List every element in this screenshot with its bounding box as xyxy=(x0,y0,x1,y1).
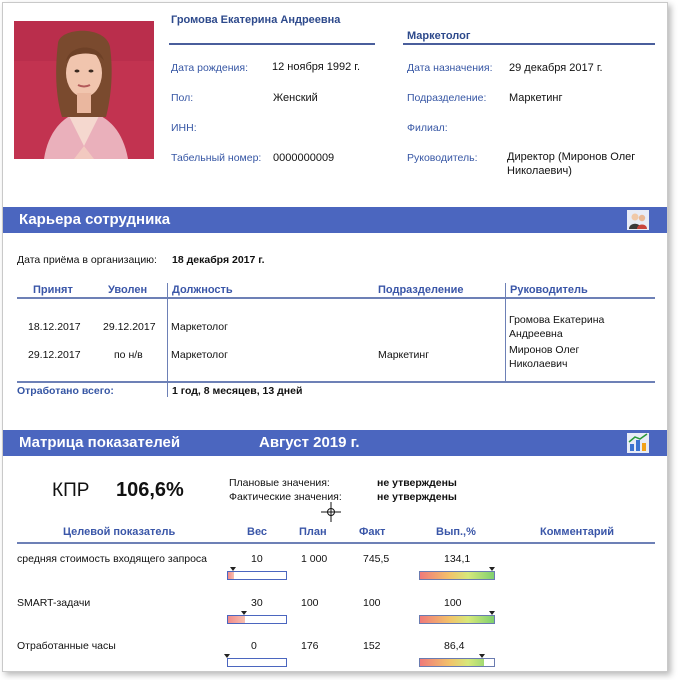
employee-card: Громова Екатерина Андреевна Маркетолог Д… xyxy=(2,2,668,672)
gender-value: Женский xyxy=(273,92,318,104)
weight-marker xyxy=(241,611,248,615)
performance-bar xyxy=(419,571,495,580)
matrix-header-line xyxy=(17,542,655,544)
total-worked-value: 1 год, 8 месяцев, 13 дней xyxy=(172,385,303,397)
career-divider-left xyxy=(167,283,168,397)
career-header-dept: Подразделение xyxy=(378,284,464,296)
matrix-header-comment: Комментарий xyxy=(540,526,615,538)
career-section-header: Карьера сотрудника xyxy=(3,207,667,233)
matrix-period: Август 2019 г. xyxy=(259,434,360,451)
indicator-fact: 745,5 xyxy=(363,553,390,565)
tab-number-label: Табельный номер: xyxy=(171,152,262,164)
branch-label: Филиал: xyxy=(407,122,448,134)
employee-photo xyxy=(14,21,154,159)
row-fired: по н/в xyxy=(114,349,143,361)
matrix-header-weight: Вес xyxy=(247,526,268,538)
career-total-line xyxy=(17,381,655,383)
position-underline xyxy=(403,43,655,45)
tab-number-value: 0000000009 xyxy=(273,152,335,164)
indicator-fact: 100 xyxy=(363,597,381,609)
department-label: Подразделение: xyxy=(407,92,487,104)
indicator-perf: 134,1 xyxy=(444,553,471,565)
row-position: Маркетолог xyxy=(171,349,228,361)
fact-values-status: не утверждены xyxy=(377,491,457,503)
row-manager: Громова Екатерина Андреевна xyxy=(509,314,605,340)
employee-name: Громова Екатерина Андреевна xyxy=(171,14,341,26)
weight-bar xyxy=(227,571,287,580)
chart-icon[interactable] xyxy=(627,433,649,453)
career-header-line xyxy=(17,297,655,299)
indicator-weight: 0 xyxy=(251,640,257,652)
birth-date-value: 12 ноября 1992 г. xyxy=(272,61,360,73)
name-underline xyxy=(169,43,375,45)
row-hired: 18.12.2017 xyxy=(28,321,81,333)
weight-bar xyxy=(227,615,287,624)
performance-bar xyxy=(419,615,495,624)
row-manager: Миронов Олег Николаевич xyxy=(509,344,580,370)
matrix-header-indicator: Целевой показатель xyxy=(63,526,176,538)
department-value: Маркетинг xyxy=(509,92,563,104)
row-position: Маркетолог xyxy=(171,321,228,333)
inn-label: ИНН: xyxy=(171,122,197,134)
weight-marker xyxy=(229,567,236,571)
performance-marker xyxy=(489,611,495,615)
matrix-header-perf: Вып.,% xyxy=(436,526,476,538)
indicator-perf: 86,4 xyxy=(444,640,465,652)
kpr-label: КПР xyxy=(52,480,90,501)
hire-date-label: Дата приёма в организацию: xyxy=(17,254,157,266)
career-header-hired: Принят xyxy=(33,284,73,296)
weight-bar-fill xyxy=(228,616,246,623)
indicator-plan: 1 000 xyxy=(301,553,328,565)
performance-bar-remainder xyxy=(483,659,494,666)
manager-value: Директор (Миронов Олег Николаевич) xyxy=(507,151,636,177)
row-fired: 29.12.2017 xyxy=(103,321,156,333)
people-icon[interactable] xyxy=(627,210,649,230)
career-header-fired: Уволен xyxy=(108,284,148,296)
matrix-header-plan: План xyxy=(299,526,327,538)
plan-values-status: не утверждены xyxy=(377,477,457,489)
performance-marker xyxy=(489,567,495,571)
employee-position: Маркетолог xyxy=(407,30,471,42)
indicator-plan: 100 xyxy=(301,597,319,609)
indicator-name: средняя стоимость входящего запроса xyxy=(17,553,208,565)
indicator-weight: 30 xyxy=(251,597,263,609)
career-header-position: Должность xyxy=(172,284,233,296)
matrix-title: Матрица показателей xyxy=(19,434,181,451)
weight-bar xyxy=(227,658,287,667)
row-hired: 29.12.2017 xyxy=(28,349,81,361)
weight-marker xyxy=(224,654,230,658)
appoint-date-value: 29 декабря 2017 г. xyxy=(509,62,603,74)
indicator-name: SMART-задачи xyxy=(17,597,91,609)
indicator-perf: 100 xyxy=(444,597,462,609)
career-divider-right xyxy=(505,283,506,381)
crosshair-cursor-icon xyxy=(321,502,341,522)
total-worked-label: Отработано всего: xyxy=(17,385,114,397)
manager-label: Руководитель: xyxy=(407,152,478,164)
matrix-section-header: Матрица показателей Август 2019 г. xyxy=(3,430,667,456)
career-header-manager: Руководитель xyxy=(510,284,588,296)
plan-values-label: Плановые значения: xyxy=(229,477,330,489)
performance-marker xyxy=(478,654,485,658)
appoint-date-label: Дата назначения: xyxy=(407,62,493,74)
weight-bar-fill xyxy=(228,572,234,579)
indicator-fact: 152 xyxy=(363,640,381,652)
gender-label: Пол: xyxy=(171,92,194,104)
indicator-name: Отработанные часы xyxy=(17,640,116,652)
indicator-weight: 10 xyxy=(251,553,263,565)
kpr-value: 106,6% xyxy=(116,479,184,501)
career-title: Карьера сотрудника xyxy=(19,211,171,228)
row-dept: Маркетинг xyxy=(378,349,430,361)
indicator-plan: 176 xyxy=(301,640,319,652)
matrix-header-fact: Факт xyxy=(359,526,386,538)
birth-date-label: Дата рождения: xyxy=(171,62,248,74)
hire-date-value: 18 декабря 2017 г. xyxy=(172,254,265,266)
